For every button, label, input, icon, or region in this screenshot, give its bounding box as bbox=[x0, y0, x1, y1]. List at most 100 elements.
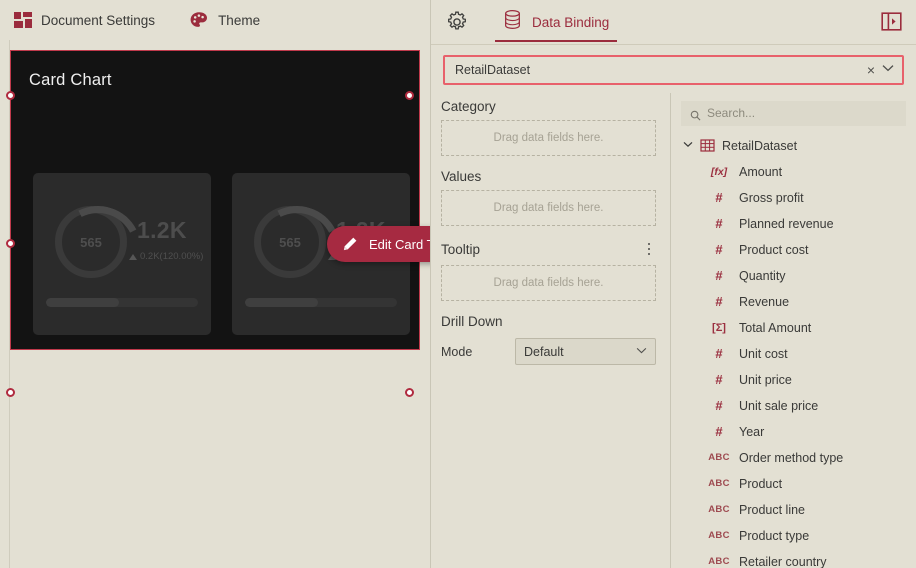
drill-down-mode-select[interactable]: Default bbox=[515, 338, 656, 366]
binding-title: Values bbox=[441, 168, 482, 184]
pencil-icon bbox=[341, 236, 358, 253]
field-list-item[interactable]: ABC Retailer country bbox=[681, 549, 906, 568]
field-list-item[interactable]: ABC Product type bbox=[681, 523, 906, 549]
search-placeholder: Search... bbox=[707, 106, 756, 121]
field-list-item[interactable]: ABC Product line bbox=[681, 497, 906, 523]
resize-handle-top-right[interactable] bbox=[405, 91, 414, 100]
tab-label: Data Binding bbox=[532, 14, 610, 30]
field-list-item-label: Year bbox=[739, 424, 765, 439]
field-list-item[interactable]: [Σ] Total Amount bbox=[681, 315, 906, 341]
chevron-down-icon[interactable] bbox=[683, 140, 693, 151]
dropzone-tooltip[interactable]: Drag data fields here. bbox=[441, 265, 656, 302]
field-list-item-label: Gross profit bbox=[739, 190, 804, 205]
toolbar-item-theme[interactable]: Theme bbox=[185, 7, 272, 33]
field-list-item-label: Retailer country bbox=[739, 554, 827, 568]
field-list-item[interactable]: # Unit cost bbox=[681, 341, 906, 367]
resize-handle-bottom-left[interactable] bbox=[6, 388, 15, 397]
table-icon bbox=[700, 138, 715, 153]
edit-card-template-label: Edit Card T bbox=[369, 236, 430, 252]
field-list-item-label: Product cost bbox=[739, 242, 809, 257]
report-canvas[interactable]: Card Chart 565 1.2K 0.2K(120.00%) 565 Ed… bbox=[0, 40, 430, 568]
field-type-fx-icon: [fx] bbox=[710, 165, 728, 178]
binding-header: Tooltip bbox=[441, 239, 656, 260]
card-item[interactable]: 565 1.2K 0.2K(120.00%) bbox=[33, 173, 211, 335]
search-input[interactable]: Search... bbox=[681, 100, 906, 126]
field-type-num-icon: # bbox=[715, 216, 723, 232]
field-type-num-icon: # bbox=[715, 372, 723, 388]
card-delta-text: 0.2K(120.00%) bbox=[140, 251, 204, 262]
resize-handle-middle-left[interactable] bbox=[6, 239, 15, 248]
resize-handle-top-left[interactable] bbox=[6, 91, 15, 100]
field-list-item[interactable]: ABC Product bbox=[681, 471, 906, 497]
binding-header: Category bbox=[441, 99, 656, 114]
field-list-item[interactable]: ABC Order method type bbox=[681, 445, 906, 471]
field-list-item-label: Revenue bbox=[739, 294, 790, 309]
field-list-item[interactable]: # Revenue bbox=[681, 289, 906, 315]
edit-card-template-button[interactable]: Edit Card T bbox=[327, 226, 430, 262]
binding-group-values: Values Drag data fields here. bbox=[441, 169, 656, 226]
field-type-num-icon: # bbox=[715, 294, 723, 310]
field-list-item[interactable]: # Gross profit bbox=[681, 185, 906, 211]
field-type-str-icon: ABC bbox=[708, 504, 730, 516]
dropzone-placeholder: Drag data fields here. bbox=[493, 131, 604, 144]
tooltip-options-menu-icon[interactable] bbox=[642, 239, 657, 260]
binding-title: Category bbox=[441, 98, 496, 114]
field-type-num-icon: # bbox=[715, 190, 723, 206]
card-progress-fill bbox=[46, 298, 119, 307]
collapse-panel-icon[interactable] bbox=[881, 11, 902, 32]
design-area: Document Settings Theme Card Chart 565 1… bbox=[0, 0, 430, 568]
field-type-str-icon: ABC bbox=[708, 530, 730, 542]
gear-icon[interactable] bbox=[445, 10, 469, 34]
donut-label: 565 bbox=[279, 234, 301, 250]
resize-handle-bottom-right[interactable] bbox=[405, 388, 414, 397]
panel-body: Category Drag data fields here. Values D… bbox=[431, 92, 916, 568]
binding-group-category: Category Drag data fields here. bbox=[441, 99, 656, 156]
clear-icon[interactable]: × bbox=[860, 63, 882, 77]
top-toolbar: Document Settings Theme bbox=[0, 0, 430, 40]
grid-icon bbox=[14, 12, 32, 28]
field-list-item[interactable]: # Unit price bbox=[681, 367, 906, 393]
search-icon bbox=[690, 108, 701, 121]
field-list-item-label: Quantity bbox=[739, 268, 786, 283]
field-type-str-icon: ABC bbox=[708, 556, 730, 568]
widget-title: Card Chart bbox=[29, 71, 112, 89]
field-list-item[interactable]: # Year bbox=[681, 419, 906, 445]
panel-header: Data Binding bbox=[431, 0, 916, 44]
dataset-select[interactable]: RetailDataset × bbox=[443, 54, 904, 85]
binding-title: Tooltip bbox=[441, 241, 481, 257]
field-type-num-icon: # bbox=[715, 398, 723, 414]
database-icon bbox=[503, 9, 522, 35]
dataset-tree-node[interactable]: RetailDataset bbox=[681, 133, 906, 159]
field-list-item[interactable]: # Quantity bbox=[681, 263, 906, 289]
field-list-item[interactable]: [fx] Amount bbox=[681, 159, 906, 185]
tab-data-binding[interactable]: Data Binding bbox=[495, 0, 618, 44]
field-type-num-icon: # bbox=[715, 268, 723, 284]
field-list-item[interactable]: # Product cost bbox=[681, 237, 906, 263]
dataset-tree-node-label: RetailDataset bbox=[722, 138, 798, 153]
donut-label: 565 bbox=[80, 234, 102, 250]
donut-gauge: 565 bbox=[254, 206, 326, 278]
toolbar-item-document-settings[interactable]: Document Settings bbox=[10, 8, 167, 32]
field-list-item-label: Order method type bbox=[739, 450, 844, 465]
drill-down-title: Drill Down bbox=[441, 314, 503, 330]
binding-group-tooltip: Tooltip Drag data fields here. bbox=[441, 239, 656, 302]
drill-down-mode-label: Mode bbox=[441, 344, 473, 359]
field-list-item-label: Planned revenue bbox=[739, 216, 834, 231]
binding-header: Values bbox=[441, 169, 656, 184]
field-list-item-label: Product type bbox=[739, 528, 810, 543]
drill-down-mode-value: Default bbox=[524, 344, 564, 359]
field-list-item[interactable]: # Unit sale price bbox=[681, 393, 906, 419]
card-progress-fill bbox=[245, 298, 318, 307]
dropzone-values[interactable]: Drag data fields here. bbox=[441, 189, 656, 226]
drill-down-section: Drill Down Mode Default bbox=[441, 314, 656, 366]
card-chart-widget[interactable]: Card Chart 565 1.2K 0.2K(120.00%) 565 bbox=[10, 50, 420, 350]
chevron-down-icon[interactable] bbox=[882, 64, 894, 75]
field-list-column: Search... RetailDataset [fx] Amount # Gr… bbox=[671, 93, 916, 568]
donut-gauge: 565 bbox=[55, 206, 127, 278]
field-type-str-icon: ABC bbox=[708, 478, 730, 490]
field-type-num-icon: # bbox=[715, 424, 723, 440]
dropzone-placeholder: Drag data fields here. bbox=[493, 277, 604, 290]
card-delta: 0.2K(120.00%) bbox=[129, 251, 203, 262]
dropzone-category[interactable]: Drag data fields here. bbox=[441, 119, 656, 156]
field-list-item[interactable]: # Planned revenue bbox=[681, 211, 906, 237]
